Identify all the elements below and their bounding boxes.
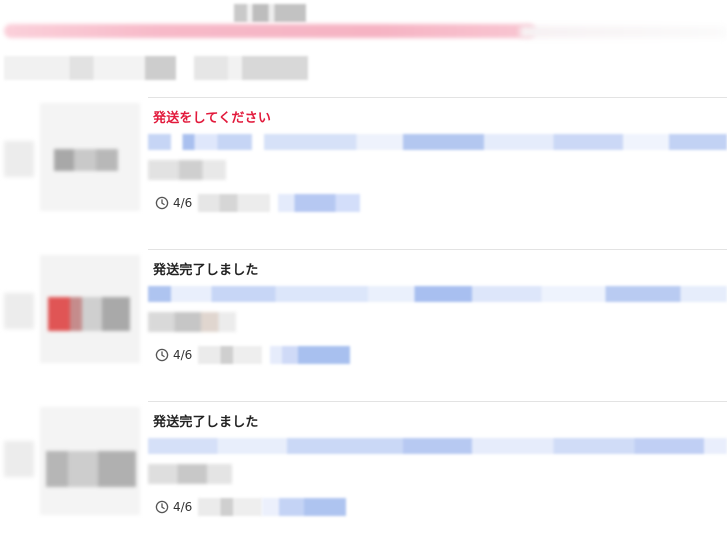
- clock-icon: [155, 348, 169, 362]
- notification-date: 4/6: [173, 196, 193, 210]
- notification-subtext-mosaic: [148, 312, 236, 332]
- item-divider: [148, 249, 727, 250]
- clock-icon: [155, 196, 169, 210]
- item-thumbnail[interactable]: [40, 255, 140, 363]
- notification-item[interactable]: 発送完了しました 4/6: [0, 249, 727, 401]
- notification-item[interactable]: 発送をしてください 4/6: [0, 97, 727, 249]
- side-avatar-mosaic: [4, 441, 34, 477]
- notification-description-mosaic[interactable]: [148, 134, 727, 150]
- side-avatar-mosaic: [4, 141, 34, 177]
- meta-mosaic-link[interactable]: [262, 498, 346, 516]
- item-thumbnail[interactable]: [40, 407, 140, 515]
- side-avatar-mosaic: [4, 293, 34, 329]
- notification-date: 4/6: [173, 348, 193, 362]
- notification-meta: 4/6: [155, 499, 192, 515]
- notification-title: 発送完了しました: [153, 263, 259, 278]
- header-tab-blurred-1[interactable]: [4, 56, 176, 80]
- notification-description-mosaic[interactable]: [148, 438, 727, 454]
- notification-date: 4/6: [173, 500, 193, 514]
- notification-meta: 4/6: [155, 347, 192, 363]
- clock-icon: [155, 500, 169, 514]
- notification-title: 発送完了しました: [153, 415, 259, 430]
- meta-mosaic-link[interactable]: [278, 194, 360, 212]
- meta-mosaic-link[interactable]: [270, 346, 350, 364]
- notification-subtext-mosaic: [148, 464, 232, 484]
- notification-page: 発送をしてください 4/6 発送完了しました 4/6 発送完了しました 4/6: [0, 0, 727, 537]
- meta-mosaic-gray: [198, 194, 270, 212]
- header-fade: [520, 26, 727, 38]
- notification-title: 発送をしてください: [153, 111, 272, 126]
- notification-meta: 4/6: [155, 195, 192, 211]
- item-thumbnail[interactable]: [40, 103, 140, 211]
- notification-description-mosaic[interactable]: [148, 286, 727, 302]
- header-pink-bar: [4, 24, 536, 38]
- header-mosaic-title: [234, 4, 306, 22]
- meta-mosaic-gray: [198, 498, 262, 516]
- notification-item[interactable]: 発送完了しました 4/6: [0, 401, 727, 537]
- item-divider: [148, 401, 727, 402]
- item-divider: [148, 97, 727, 98]
- notification-subtext-mosaic: [148, 160, 226, 180]
- header-tab-blurred-2[interactable]: [194, 56, 308, 80]
- meta-mosaic-gray: [198, 346, 262, 364]
